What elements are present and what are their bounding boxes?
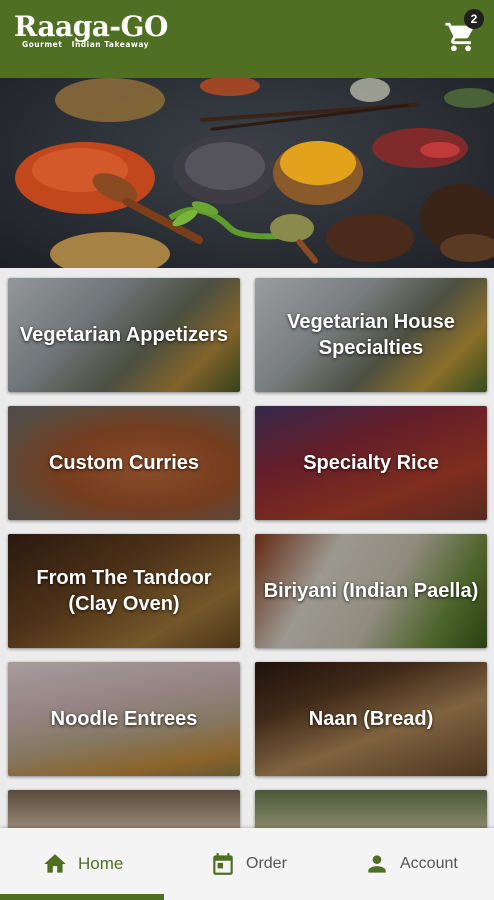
category-label: Vegetarian House Specialties <box>287 311 455 359</box>
nav-active-indicator <box>0 894 164 900</box>
nav-account-label: Account <box>400 855 458 872</box>
logo-tagline: Gourmet Indian Takeaway <box>22 40 150 49</box>
cart-count-badge: 2 <box>464 9 484 29</box>
category-tile-from-the-tandoor[interactable]: From The Tandoor (Clay Oven) <box>8 534 240 648</box>
nav-home-label: Home <box>78 854 124 873</box>
nav-account[interactable]: Account <box>364 828 458 900</box>
category-label: Naan (Bread) <box>308 708 434 730</box>
category-tile-noodle-entrees[interactable]: Noodle Entrees <box>8 662 240 776</box>
category-label: Vegetarian Appetizers <box>19 324 229 346</box>
category-tile-specialty-rice[interactable]: Specialty Rice <box>255 406 487 520</box>
bottom-nav: Home Order Account <box>0 828 494 900</box>
logo-text: Raaga-GO <box>14 10 168 43</box>
category-tile-naan-bread[interactable]: Naan (Bread) <box>255 662 487 776</box>
nav-order[interactable]: Order <box>210 828 287 900</box>
category-label: From The Tandoor (Clay Oven) <box>36 567 212 615</box>
category-tile-vegetarian-house-specialties[interactable]: Vegetarian House Specialties <box>255 278 487 392</box>
category-tile-custom-curries[interactable]: Custom Curries <box>8 406 240 520</box>
category-label: Biriyani (Indian Paella) <box>263 580 479 602</box>
person-icon <box>368 855 386 873</box>
category-tile-biriyani[interactable]: Biriyani (Indian Paella) <box>255 534 487 648</box>
category-label: Custom Curries <box>48 452 200 474</box>
nav-home[interactable]: Home <box>42 828 123 900</box>
home-icon <box>44 854 66 873</box>
calendar-icon <box>213 853 233 875</box>
category-label: Specialty Rice <box>303 452 439 474</box>
hero-spices-image <box>0 78 494 268</box>
category-tile-vegetarian-appetizers[interactable]: Vegetarian Appetizers <box>8 278 240 392</box>
category-label: Noodle Entrees <box>50 708 198 730</box>
app-logo[interactable]: Raaga-GO Gourmet Indian Takeaway <box>14 10 168 50</box>
category-tile-partial-right[interactable] <box>255 790 487 830</box>
app-header: Raaga-GO Gourmet Indian Takeaway 2 <box>0 0 494 78</box>
category-tile-partial-left[interactable] <box>8 790 240 830</box>
nav-order-label: Order <box>246 855 287 872</box>
